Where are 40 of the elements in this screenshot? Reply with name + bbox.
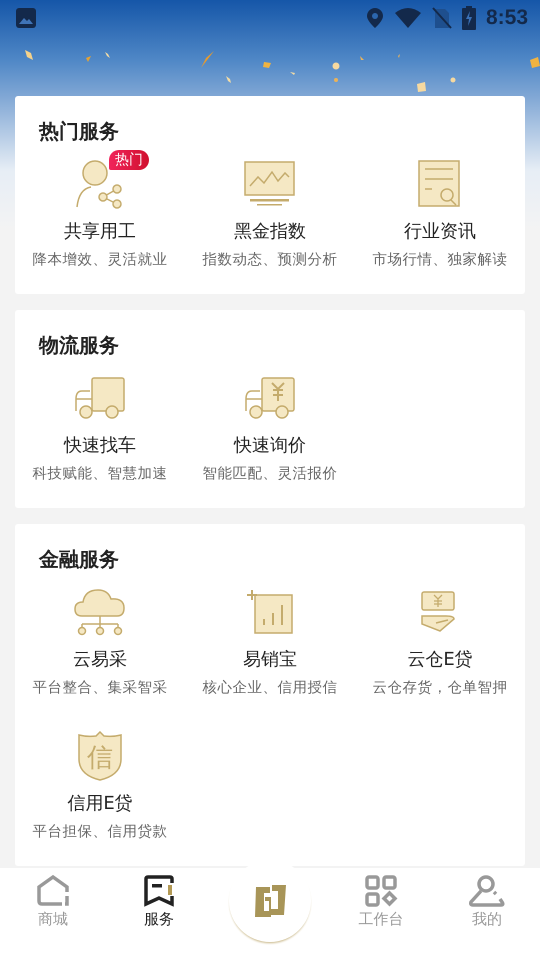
status-time: 8:53 — [486, 6, 528, 30]
service-title[interactable]: 信用E贷 — [67, 792, 133, 816]
location-icon — [366, 7, 384, 29]
battery-charging-icon — [462, 6, 476, 30]
section-title: 热门服务 — [38, 118, 120, 144]
hot-badge: 热门 — [109, 150, 149, 170]
service-subtitle: 智能匹配、灵活报价 — [202, 465, 338, 484]
grid-icon — [364, 874, 398, 908]
section-title: 金融服务 — [38, 546, 120, 572]
truck-icon — [74, 377, 126, 419]
service-subtitle: 降本增效、灵活就业 — [32, 251, 168, 270]
bookmark-icon — [142, 874, 176, 908]
home-icon — [36, 874, 70, 908]
bar-chart-icon — [247, 589, 293, 635]
service-title[interactable]: 易销宝 — [243, 648, 297, 672]
service-title[interactable]: 云易采 — [73, 648, 127, 672]
shield-icon: 信 — [77, 731, 123, 781]
monitor-chart-icon — [244, 161, 296, 207]
service-subtitle: 市场行情、独家解读 — [372, 250, 508, 270]
service-title[interactable]: 快速找车 — [64, 434, 136, 458]
truck-yen-icon — [244, 377, 296, 419]
service-title[interactable]: 快速询价 — [234, 434, 306, 458]
no-sim-icon — [432, 7, 452, 29]
service-subtitle: 指数动态、预测分析 — [202, 251, 338, 270]
nav-tab[interactable]: 服务 — [119, 868, 199, 929]
cloud-network-icon — [74, 588, 126, 636]
service-title[interactable]: 共享用工 — [64, 220, 136, 244]
service-title[interactable]: 行业资讯 — [404, 220, 476, 244]
service-title[interactable]: 云仓E贷 — [407, 648, 473, 672]
document-search-icon — [418, 160, 462, 208]
service-title[interactable]: 黑金指数 — [234, 220, 306, 244]
image-icon — [15, 7, 37, 29]
wifi-icon — [394, 7, 422, 29]
service-subtitle: 核心企业、信用授信 — [202, 678, 338, 698]
service-subtitle: 平台担保、信用贷款 — [32, 823, 168, 842]
person-icon — [468, 874, 506, 908]
section-title: 物流服务 — [38, 332, 120, 358]
service-subtitle: 云仓存货，仓单智押 — [372, 679, 508, 698]
service-subtitle: 科技赋能、智慧加速 — [32, 465, 168, 484]
service-subtitle: 平台整合、集采智采 — [32, 679, 168, 698]
